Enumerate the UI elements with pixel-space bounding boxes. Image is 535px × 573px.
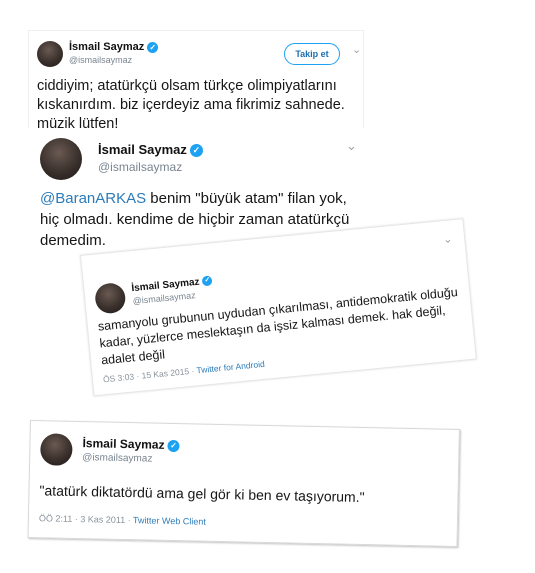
verified-badge-icon: ✓	[202, 275, 213, 287]
avatar[interactable]	[37, 41, 63, 67]
tweet-source-link[interactable]: Twitter Web Client	[133, 515, 206, 527]
verified-badge-icon: ✓	[167, 439, 180, 452]
verified-badge-icon: ✓	[147, 41, 159, 53]
handle[interactable]: @ismailsaymaz	[82, 452, 152, 464]
avatar[interactable]	[93, 281, 127, 315]
tweet-text: "atatürk diktatördü ama gel gör ki ben e…	[39, 482, 365, 506]
verified-badge-icon: ✓	[189, 144, 203, 158]
tweet-card-1: İsmail Saymaz ✓ @ismailsaymaz Takip et ⌄ …	[28, 30, 364, 138]
mention-link[interactable]: @BaranARKAS	[40, 190, 146, 207]
avatar[interactable]	[40, 433, 73, 466]
handle[interactable]: @ismailsaymaz	[69, 55, 132, 65]
display-name[interactable]: İsmail Saymaz ✓	[98, 142, 203, 158]
tweet-timestamp: ÖÖ 2:11 · 3 Kas 2011 · Twitter Web Clien…	[38, 513, 206, 527]
display-name[interactable]: İsmail Saymaz ✓	[82, 436, 180, 452]
tweet-card-4: İsmail Saymaz ✓ @ismailsaymaz "atatürk di…	[27, 420, 460, 547]
chevron-down-icon[interactable]: ⌄	[352, 43, 361, 56]
display-name[interactable]: İsmail Saymaz ✓	[69, 41, 159, 53]
avatar[interactable]	[40, 138, 82, 180]
chevron-down-icon[interactable]: ⌄	[346, 138, 357, 154]
tweet-source-link[interactable]: Twitter for Android	[196, 359, 265, 376]
handle[interactable]: @ismailsaymaz	[98, 160, 182, 174]
chevron-down-icon[interactable]: ⌄	[443, 232, 453, 246]
tweet-text: ciddiyim; atatürkçü olsam türkçe olimpiy…	[37, 78, 345, 132]
follow-button[interactable]: Takip et	[284, 43, 340, 65]
